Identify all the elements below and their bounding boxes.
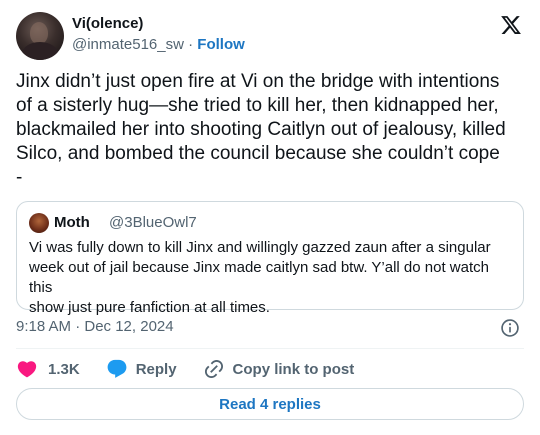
quoted-tweet-body: Vi was fully down to kill Jinx and willi… [29, 238, 513, 318]
quoted-author-name: Moth [54, 214, 90, 231]
copy-link-button[interactable]: Copy link to post [203, 358, 355, 380]
x-logo-icon[interactable] [500, 14, 522, 36]
author-handle-row: @inmate516_sw · Follow [72, 36, 245, 53]
info-icon[interactable] [500, 318, 520, 338]
quoted-text-line: show just pure fanfiction at all times. [29, 299, 270, 316]
handle-separator: · [188, 36, 194, 53]
read-replies-button[interactable]: Read 4 replies [16, 388, 524, 420]
quoted-text-line: week out of jail because Jinx made caitl… [29, 259, 489, 296]
tweet-text-line: Silco, and bombed the council because sh… [16, 143, 500, 164]
tweet-embed-card: Vi(olence) @inmate516_sw · Follow Jinx d… [0, 0, 540, 435]
heart-icon [17, 361, 37, 378]
reply-label: Reply [135, 360, 177, 378]
follow-button[interactable]: Follow [197, 36, 245, 53]
quoted-tweet[interactable]: Moth @3BlueOwl7 Vi was fully down to kil… [16, 201, 524, 316]
reply-button[interactable]: Reply [106, 358, 177, 380]
author-avatar[interactable] [16, 12, 64, 60]
like-button[interactable]: 1.3K [16, 358, 80, 380]
reply-bubble-icon [107, 359, 127, 378]
tweet-timestamp[interactable]: 9:18 AM · Dec 12, 2024 [16, 318, 174, 335]
tweet-text-line: blackmailed her into shooting Caitlyn ou… [16, 119, 506, 140]
quoted-text-line: Vi was fully down to kill Jinx and willi… [29, 239, 491, 256]
like-count: 1.3K [48, 360, 80, 378]
author-display-name[interactable]: Vi(olence) [72, 15, 143, 32]
copy-link-label: Copy link to post [232, 360, 355, 378]
tweet-actions: 1.3K Reply Copy link to post [16, 358, 380, 380]
actions-divider [16, 348, 524, 349]
tweet-text-line: of a sisterly hug—she tried to kill her,… [16, 95, 499, 116]
link-icon [204, 359, 223, 379]
tweet-text-line: Jinx didn’t just open fire at Vi on the … [16, 71, 500, 92]
quoted-author-avatar [29, 213, 49, 233]
tweet-body: Jinx didn’t just open fire at Vi on the … [16, 70, 526, 190]
quoted-author-handle: @3BlueOwl7 [109, 214, 197, 231]
tweet-text-line: - [16, 167, 23, 188]
author-handle[interactable]: @inmate516_sw [72, 36, 184, 53]
